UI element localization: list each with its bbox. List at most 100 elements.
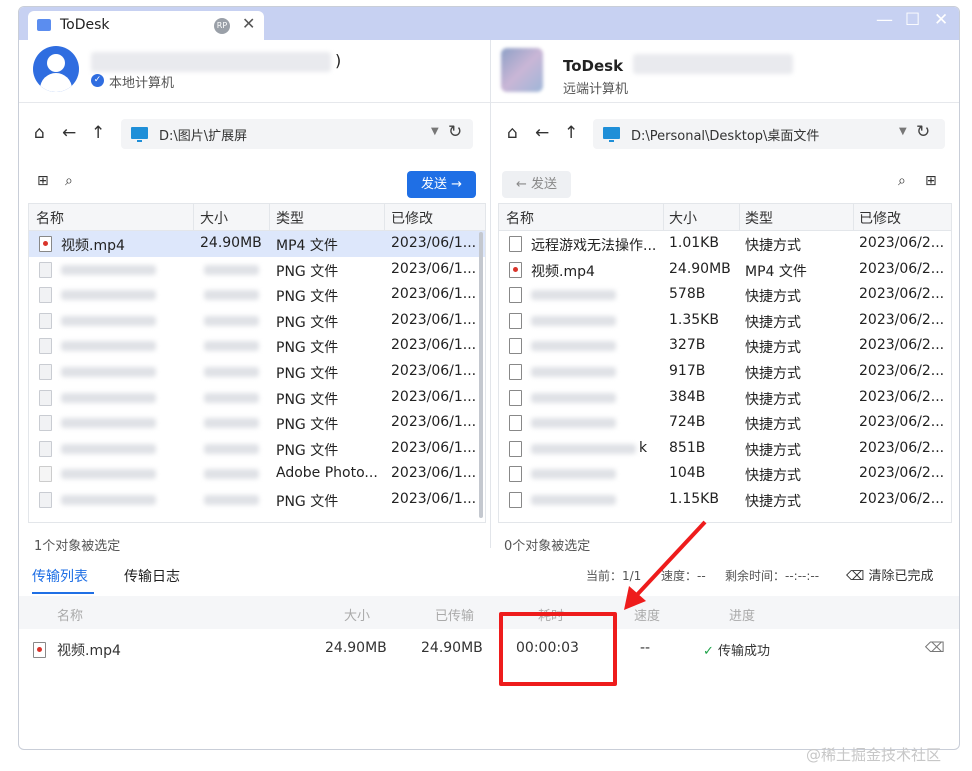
remote-pane: ToDesk 远端计算机 ⌂ ← ↑ D:\Personal\Desktop\桌… [490,40,959,554]
file-type: MP4 文件 [745,263,807,280]
file-type: 快捷方式 [745,391,801,408]
file-row[interactable]: 1.35KB 快捷方式 2023/06/2... [499,308,951,334]
path-dropdown-icon[interactable]: ▼ [431,126,439,137]
redacted-file-size [204,469,259,480]
redacted-file-name [61,290,156,301]
file-row[interactable]: 917B 快捷方式 2023/06/2... [499,359,951,385]
file-row[interactable]: PNG 文件 2023/06/1... [29,410,485,436]
highlight-box [499,612,617,686]
redacted-remote-name [633,54,793,74]
local-scrollbar[interactable] [479,232,483,518]
column-size[interactable]: 大小 [669,208,697,228]
minimize-button[interactable]: — [876,10,893,30]
shortcut-file-icon [509,440,522,457]
remote-path-field[interactable]: D:\Personal\Desktop\桌面文件 ▼ ↻ [593,119,945,149]
clear-completed-label: 清除已完成 [868,569,934,584]
todesk-window: ToDesk RP ✕ — ☐ ✕ ) ✓ 本地计算机 ⌂ ← ↑ D:\图片\… [18,6,960,750]
receive-button[interactable]: ← 发送 [502,171,571,198]
home-icon[interactable]: ⌂ [507,123,518,143]
tab-transfer-log[interactable]: 传输日志 [124,566,180,586]
maximize-button[interactable]: ☐ [905,10,920,30]
file-row[interactable]: PNG 文件 2023/06/1... [29,282,485,308]
search-icon[interactable]: ⌕ [898,173,906,189]
path-dropdown-icon[interactable]: ▼ [899,126,907,137]
file-type: PNG 文件 [276,494,339,510]
remote-file-table: 名称 大小 类型 已修改 远程游戏无法操作... 1.01KB 快捷方式 2023/0… [498,203,952,523]
close-window-button[interactable]: ✕ [934,10,948,30]
refresh-icon[interactable]: ↻ [448,122,462,142]
file-row[interactable]: PNG 文件 2023/06/1... [29,308,485,334]
file-row[interactable]: PNG 文件 2023/06/1... [29,333,485,359]
transfer-row[interactable]: 视频.mp4 24.90MB 24.90MB 00:00:03 -- ✓ 传输成… [19,629,959,669]
file-row[interactable]: PNG 文件 2023/06/1... [29,436,485,462]
file-modified: 2023/06/1... [391,337,477,354]
file-modified: 2023/06/1... [391,491,477,507]
file-row[interactable]: 视频.mp4 24.90MB MP4 文件 2023/06/1... [29,231,485,257]
transfer-table-header: 名称 大小 已传输 耗时 速度 进度 [19,596,959,629]
shortcut-file-icon [509,492,522,508]
file-row[interactable]: PNG 文件 2023/06/1... [29,257,485,283]
file-modified: 2023/06/1... [391,388,477,405]
redacted-file-name [531,290,616,301]
tab-close-icon[interactable]: ✕ [242,14,255,33]
back-arrow-icon[interactable]: ← [535,123,549,143]
file-type: PNG 文件 [276,340,339,357]
send-button[interactable]: 发送 → [407,171,476,198]
file-row[interactable]: 327B 快捷方式 2023/06/2... [499,333,951,359]
eraser-icon: ⌫ [846,569,865,584]
file-row[interactable]: 578B 快捷方式 2023/06/2... [499,282,951,308]
column-modified[interactable]: 已修改 [391,208,433,228]
local-table-header: 名称 大小 类型 已修改 [29,204,485,231]
local-pane: ) ✓ 本地计算机 ⌂ ← ↑ D:\图片\扩展屏 ▼ ↻ ⊞ ⌕ 发送 → 名… [19,40,490,554]
tab-transfer-list[interactable]: 传输列表 [32,566,94,594]
file-row[interactable]: 384B 快捷方式 2023/06/2... [499,385,951,411]
search-icon[interactable]: ⌕ [65,173,73,189]
transfer-transferred: 24.90MB [421,640,483,656]
file-row[interactable]: k 851B 快捷方式 2023/06/2... [499,436,951,462]
redacted-file-name [61,443,156,454]
refresh-icon[interactable]: ↻ [916,122,930,142]
home-icon[interactable]: ⌂ [34,123,45,143]
local-header: ) ✓ 本地计算机 [19,40,490,103]
back-arrow-icon[interactable]: ← [62,123,76,143]
column-name[interactable]: 名称 [506,208,534,228]
new-folder-icon[interactable]: ⊞ [37,173,49,189]
new-folder-icon[interactable]: ⊞ [925,173,937,189]
image-file-icon [39,261,52,278]
shortcut-file-icon [509,236,522,252]
file-size: 327B [669,337,706,354]
up-arrow-icon[interactable]: ↑ [91,123,105,143]
up-arrow-icon[interactable]: ↑ [564,123,578,143]
file-type: PNG 文件 [276,289,339,306]
file-row[interactable]: 104B 快捷方式 2023/06/2... [499,461,951,487]
file-name: 远程游戏无法操作... [531,238,657,254]
remove-entry-icon[interactable]: ⌫ [925,640,945,656]
column-modified[interactable]: 已修改 [859,208,901,228]
file-row[interactable]: Adobe Photo... 2023/06/1... [29,461,485,487]
file-row[interactable]: PNG 文件 2023/06/1... [29,487,485,513]
column-size[interactable]: 大小 [200,208,228,228]
file-row[interactable]: PNG 文件 2023/06/1... [29,385,485,411]
redacted-file-name [531,341,616,352]
column-type[interactable]: 类型 [745,208,773,228]
file-type: 快捷方式 [745,417,801,434]
file-row[interactable]: 远程游戏无法操作... 1.01KB 快捷方式 2023/06/2... [499,231,951,257]
redacted-file-name [61,495,156,505]
local-path-field[interactable]: D:\图片\扩展屏 ▼ ↻ [121,119,473,149]
redacted-file-name [531,469,616,480]
remote-avatar [501,48,543,92]
file-modified: 2023/06/1... [391,465,477,482]
file-row[interactable]: PNG 文件 2023/06/1... [29,359,485,385]
clear-completed-button[interactable]: ⌫ 清除已完成 [846,565,934,584]
file-row[interactable]: 1.15KB 快捷方式 2023/06/2... [499,487,951,513]
verified-check-icon: ✓ [91,74,104,87]
column-type[interactable]: 类型 [276,208,304,228]
image-file-icon [39,440,52,457]
transfer-status: 传输成功 [718,644,771,659]
window-tab[interactable]: ToDesk RP ✕ [28,11,264,40]
file-row[interactable]: 视频.mp4 24.90MB MP4 文件 2023/06/2... [499,257,951,283]
watermark: @稀土掘金技术社区 [806,746,942,764]
column-name[interactable]: 名称 [36,208,64,228]
file-row[interactable]: 724B 快捷方式 2023/06/2... [499,410,951,436]
file-modified: 2023/06/2... [859,491,945,507]
